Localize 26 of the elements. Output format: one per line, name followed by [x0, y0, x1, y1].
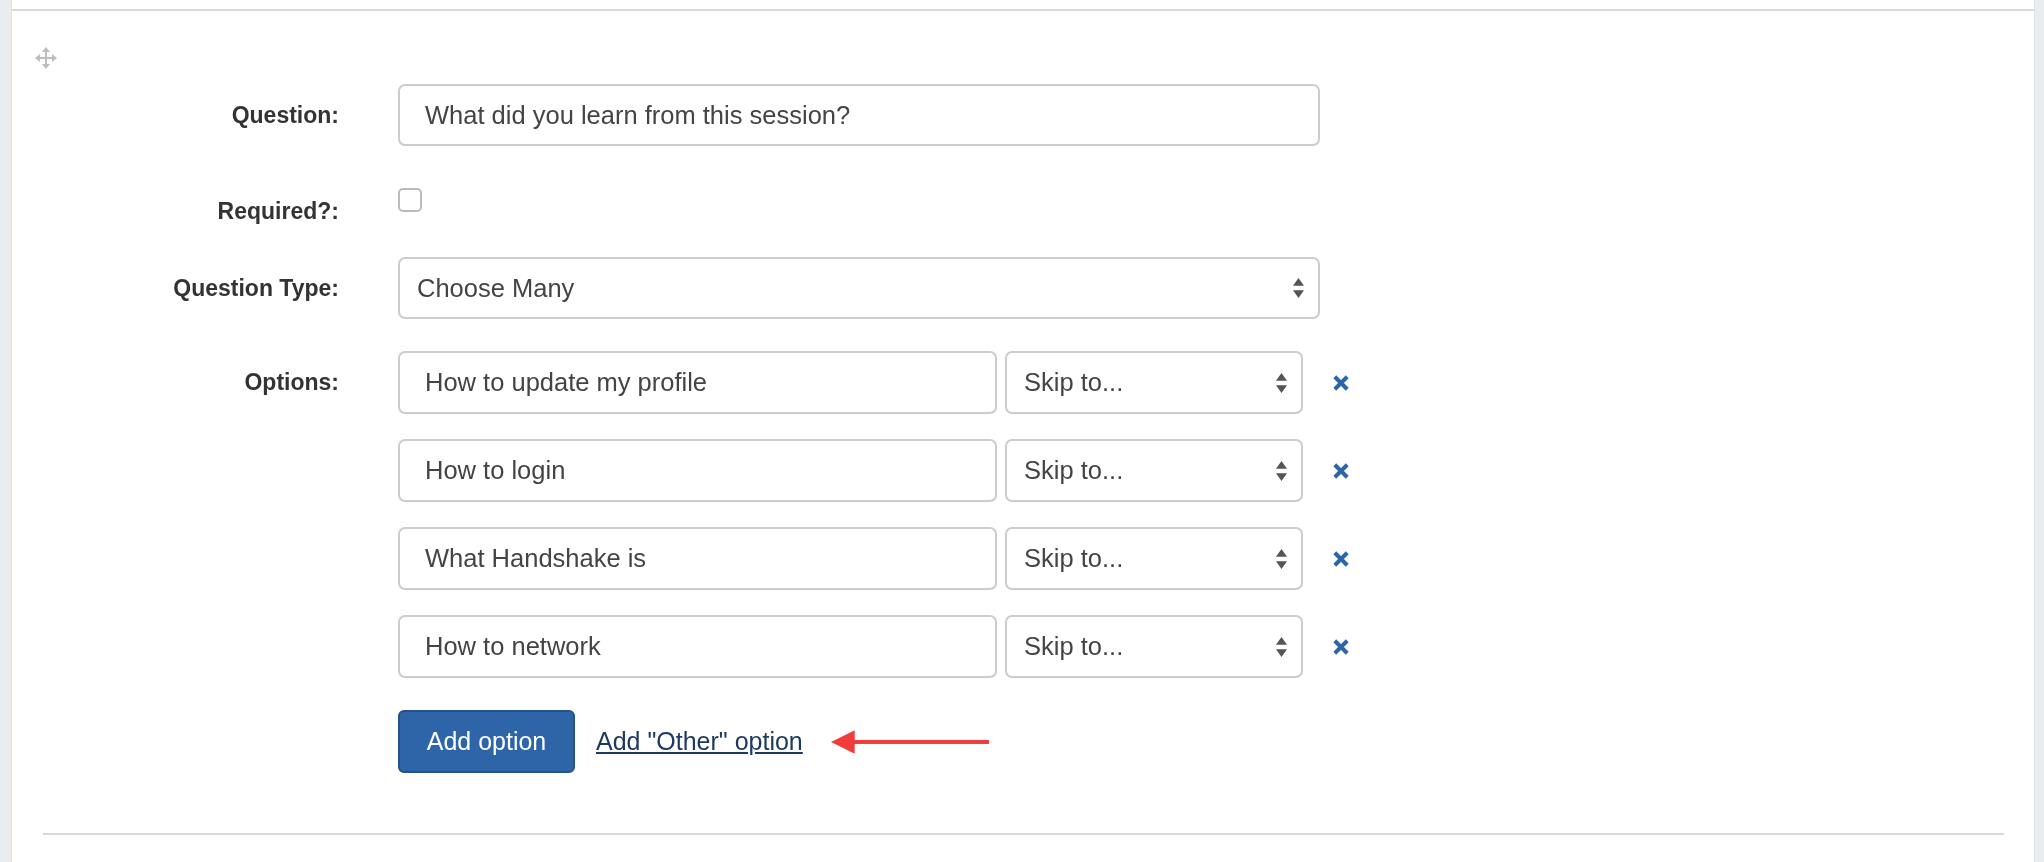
field-label: Required?:	[217, 198, 339, 225]
option-field[interactable]: How to login	[398, 439, 997, 502]
up-down-arrows-icon	[1293, 277, 1304, 299]
remove-icon[interactable]	[1333, 638, 1349, 655]
skip-to-select[interactable]: Skip to...	[1005, 351, 1303, 414]
skip-to-select[interactable]: Skip to...	[1005, 615, 1303, 678]
field-label: Question:	[231, 101, 339, 129]
remove-icon[interactable]	[1333, 374, 1349, 391]
up-down-arrows-icon	[1276, 459, 1287, 482]
question-type-select[interactable]: Choose Many	[398, 257, 1320, 319]
up-down-arrows-icon	[1276, 547, 1287, 570]
up-down-arrows-icon	[1276, 635, 1287, 658]
option-field[interactable]: How to update my profile	[398, 351, 997, 414]
question-field[interactable]: What did you learn from this session?	[398, 84, 1320, 146]
required-checkbox[interactable]	[398, 188, 422, 212]
remove-icon[interactable]	[1333, 462, 1349, 479]
option-field[interactable]: What Handshake is	[398, 527, 997, 590]
remove-icon[interactable]	[1333, 550, 1349, 567]
skip-to-select[interactable]: Skip to...	[1005, 527, 1303, 590]
field-label: Question Type:	[173, 274, 339, 302]
field-label: Options:	[244, 368, 339, 397]
add-other-option-link[interactable]: Add "Other" option	[596, 727, 803, 756]
skip-to-select[interactable]: Skip to...	[1005, 439, 1303, 502]
up-down-arrows-icon	[1276, 371, 1287, 394]
option-field[interactable]: How to network	[398, 615, 997, 678]
add-option-button[interactable]: Add option	[398, 710, 575, 773]
